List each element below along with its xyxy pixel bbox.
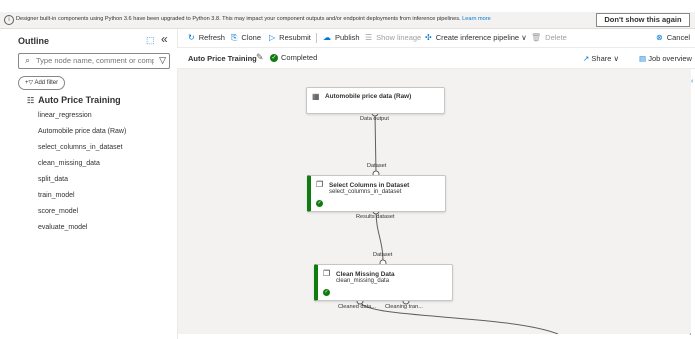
completed-check-icon: ✓	[270, 54, 278, 63]
resize-handle-icon[interactable]: ‧	[689, 330, 692, 339]
node-automobile-price-data[interactable]: ▦ Automobile price data (Raw)	[306, 87, 445, 114]
node-title: Select Columns in Dataset	[329, 182, 410, 189]
port-label-cleaned-data: Cleaned data...	[338, 304, 376, 310]
pipeline-canvas[interactable]: ▦ Automobile price data (Raw) Data outpu…	[178, 69, 691, 334]
tree-item-evaluate-model[interactable]: evaluate_model	[38, 224, 126, 240]
outline-title: Outline	[18, 36, 49, 46]
learn-more-link[interactable]: Learn more	[462, 16, 491, 22]
completed-check-icon: ✓	[316, 200, 323, 207]
run-status: ✓ Completed	[270, 53, 318, 63]
node-title: Clean Missing Data	[336, 271, 395, 278]
create-inference-pipeline-button[interactable]: ✣ Create inference pipeline ∨	[425, 33, 527, 42]
tree-item-clean-missing-data[interactable]: clean_missing_data	[38, 160, 126, 176]
node-subtitle: select_columns_in_dataset	[329, 189, 402, 195]
port-label-results-dataset: Results dataset	[356, 214, 395, 220]
clone-button[interactable]: ⎘ Clone	[231, 33, 261, 43]
cancel-button[interactable]: ⊗ Cancel	[656, 33, 690, 42]
resubmit-label: Resubmit	[279, 33, 311, 42]
port-label-data-output: Data output	[360, 116, 389, 122]
refresh-icon: ↻	[188, 33, 195, 42]
banner-message: Designer built-in components using Pytho…	[16, 16, 491, 22]
node-select-columns[interactable]: ❐ Select Columns in Dataset select_colum…	[307, 175, 446, 212]
pipeline-name: Auto Price Training	[38, 95, 121, 105]
refresh-button[interactable]: ↻ Refresh	[188, 33, 225, 42]
tree-item-split-data[interactable]: split_data	[38, 176, 126, 192]
add-filter-icon: +▽	[25, 80, 34, 86]
delete-button[interactable]: 🗑 Delete	[531, 33, 567, 42]
job-overview-label: Job overview	[648, 54, 692, 63]
show-lineage-button[interactable]: ☰ Show lineage	[365, 33, 421, 42]
filter-icon[interactable]: ▽	[159, 55, 166, 66]
toolbar: ↻ Refresh ⎘ Clone ▷ Resubmit ☁ Publish ☰ Show…	[177, 29, 695, 48]
collapse-panel-icon[interactable]: «	[161, 32, 168, 46]
module-icon: ❐	[323, 269, 331, 278]
run-name: Auto Price Training	[188, 54, 257, 63]
create-inference-label: Create inference pipeline	[435, 33, 520, 42]
outline-panel: Outline ⬚ « ⌕ ▽ +▽ Add filter ☷Auto Pric…	[0, 29, 178, 339]
resubmit-button[interactable]: ▷ Resubmit	[269, 33, 311, 42]
publish-button[interactable]: ☁ Publish	[323, 33, 360, 42]
clone-icon: ⎘	[231, 33, 238, 42]
dataset-icon: ▦	[312, 92, 320, 101]
outline-search[interactable]: ⌕ ▽	[18, 53, 170, 69]
show-lineage-label: Show lineage	[376, 33, 422, 42]
publish-icon: ☁	[323, 33, 331, 42]
lineage-icon: ☰	[365, 33, 373, 42]
search-input[interactable]	[36, 55, 154, 66]
tree-item-score-model[interactable]: score_model	[38, 208, 126, 224]
delete-label: Delete	[545, 33, 567, 42]
tree-item-select-columns[interactable]: select_columns_in_dataset	[38, 144, 126, 160]
add-filter-label: Add filter	[34, 80, 59, 86]
search-icon: ⌕	[25, 55, 31, 65]
module-icon: ❐	[316, 180, 324, 189]
port-label-cleaning-transformation: Cleaning tran...	[385, 304, 423, 310]
port-label-dataset: Dataset	[373, 252, 393, 258]
cancel-icon: ⊗	[656, 33, 663, 42]
run-header: Auto Price Training ✎ ✓ Completed ↗ Share…	[177, 48, 695, 69]
toolbar-divider	[316, 33, 317, 43]
completed-check-icon: ✓	[323, 289, 330, 296]
cancel-label: Cancel	[666, 33, 691, 42]
overview-icon: ▤	[639, 54, 647, 63]
share-button[interactable]: ↗ Share ∨	[583, 54, 619, 63]
canvas-expand-icon[interactable]: ‹	[691, 78, 695, 86]
node-clean-missing-data[interactable]: ❐ Clean Missing Data clean_missing_data …	[314, 264, 453, 301]
pin-icon[interactable]: ⬚	[146, 35, 155, 46]
banner-text: Designer built-in components using Pytho…	[16, 16, 461, 22]
notification-banner: i Designer built-in components using Pyt…	[0, 12, 695, 29]
publish-label: Publish	[335, 33, 360, 42]
info-icon: i	[4, 15, 14, 25]
add-filter-button[interactable]: +▽ Add filter	[18, 76, 66, 90]
tree-item-automobile-price-data[interactable]: Automobile price data (Raw)	[38, 128, 126, 144]
port-label-dataset: Dataset	[367, 163, 387, 169]
dont-show-again-button[interactable]: Don't show this again	[596, 13, 690, 27]
refresh-label: Refresh	[198, 33, 225, 42]
outline-tree: linear_regression Automobile price data …	[38, 112, 126, 240]
pipeline-icon: ☷	[27, 96, 35, 105]
status-label: Completed	[281, 53, 318, 62]
tree-item-linear-regression[interactable]: linear_regression	[38, 112, 126, 128]
chevron-down-icon: ∨	[613, 54, 620, 63]
job-overview-button[interactable]: ▤ Job overview	[639, 54, 692, 63]
node-title: Automobile price data (Raw)	[325, 93, 412, 100]
chevron-down-icon: ∨	[521, 33, 527, 42]
delete-icon: 🗑	[531, 33, 542, 42]
share-label: Share	[591, 54, 612, 63]
inference-icon: ✣	[425, 33, 432, 42]
edit-icon[interactable]: ✎	[256, 52, 264, 63]
share-icon: ↗	[583, 54, 590, 63]
tree-item-train-model[interactable]: train_model	[38, 192, 126, 208]
pipeline-tree-root[interactable]: ☷ Auto Price Training	[27, 95, 121, 105]
play-icon: ▷	[269, 33, 276, 42]
clone-label: Clone	[241, 33, 262, 42]
node-subtitle: clean_missing_data	[336, 278, 390, 284]
